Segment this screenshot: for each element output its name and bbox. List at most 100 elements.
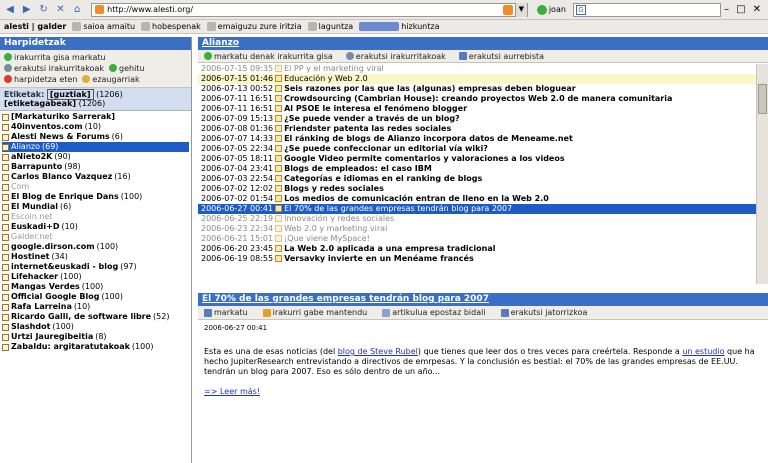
show-read-button[interactable]: erakutsi irakurritakoak (4, 63, 104, 73)
keep-unread-button[interactable]: irakurri gabe mantendu (262, 308, 367, 318)
study-link[interactable]: un estudio (682, 347, 724, 356)
feed-item[interactable]: aNieto2K (90) (2, 152, 189, 162)
tag-untagged[interactable]: [etiketagabeak] (4, 99, 76, 108)
feed-item[interactable]: Rafa Larreina (10) (2, 302, 189, 312)
rss-feed-icon[interactable] (502, 4, 513, 15)
forward-icon[interactable]: ▶ (20, 3, 34, 17)
feed-item[interactable]: Alesti News & Forums (6) (2, 132, 189, 142)
bookmark-logout[interactable]: saioa amaitu (72, 22, 135, 31)
article-row-date: 2006-07-04 23:41 (201, 164, 274, 173)
bookmark-feedback[interactable]: emaiguzu zure iritzia (206, 22, 302, 31)
back-icon[interactable]: ◀ (3, 3, 17, 17)
scrollbar-thumb[interactable] (758, 84, 767, 114)
add-button[interactable]: gehitu (109, 63, 145, 73)
bookmark-preferences[interactable]: hobespenak (141, 22, 201, 31)
feed-item[interactable]: 40inventos.com (10) (2, 122, 189, 132)
bookmark-help[interactable]: laguntza (307, 22, 353, 31)
feed-count: (52) (153, 312, 170, 321)
feed-item[interactable]: Ricardo Galli, de software libre (52) (2, 312, 189, 322)
email-article-button[interactable]: artikulua epostaz bidali (382, 308, 486, 318)
feed-item[interactable]: internet&euskadi - blog (97) (2, 262, 189, 272)
feed-icon (2, 313, 9, 321)
go-button[interactable]: joan (536, 4, 566, 15)
feed-item[interactable]: Escoin.net (2, 212, 189, 222)
mark-all-read-button[interactable]: markatu denak irakurrita gisa (204, 51, 333, 61)
feed-item[interactable]: Barrapunto (98) (2, 162, 189, 172)
feed-item[interactable]: El Mundial (6) (2, 202, 189, 212)
article-row[interactable]: 2006-07-11 16:51 Al PSOE le interesa el f… (198, 104, 756, 114)
show-original-button[interactable]: erakutsi jatorrizkoa (500, 308, 587, 318)
article-list-scrollbar[interactable] (756, 64, 768, 284)
article-row[interactable]: 2006-06-21 15:01 ¡Que viene MySpace! (198, 234, 756, 244)
feed-title[interactable]: Alianzo (198, 37, 768, 50)
show-read-articles-button[interactable]: erakutsi irakurritakoak (345, 51, 446, 61)
feed-item[interactable]: Euskadi+D (10) (2, 222, 189, 232)
feed-item[interactable]: Official Google Blog (100) (2, 292, 189, 302)
feed-list: [Markaturiko Sarrerak] 40inventos.com (10)… (0, 111, 191, 353)
article-row-title: ¿Se puede confeccionar un editorial vía … (284, 144, 488, 153)
feed-name: Mangas Verdes (11, 282, 80, 291)
unsubscribe-button[interactable]: harpidetza eten (4, 74, 77, 84)
feed-item[interactable]: El Blog de Enrique Dans (100) (2, 192, 189, 202)
article-row[interactable]: 2006-07-02 01:54 Los medios de comunicaci… (198, 194, 756, 204)
bookmark-language[interactable]: hizkuntza (359, 22, 439, 31)
feed-item[interactable]: Hostinet (34) (2, 252, 189, 262)
feed-item[interactable]: Slashdot (100) (2, 322, 189, 332)
feed-item[interactable]: Carlos Blanco Vazquez (16) (2, 172, 189, 182)
article-row[interactable]: 2006-07-09 15:13 ¿Se puede vender a travé… (198, 114, 756, 124)
feed-item[interactable]: Galder.net (2, 232, 189, 242)
feed-name: Alesti News & Forums (11, 132, 110, 141)
mark-article-button[interactable]: markatu (204, 308, 248, 318)
feed-item[interactable]: Lifehacker (100) (2, 272, 189, 282)
stop-icon[interactable]: ✕ (53, 3, 67, 17)
minimize-icon[interactable]: – (724, 4, 729, 15)
article-row[interactable]: 2006-07-15 09:35 El PP y el marketing vir… (198, 64, 756, 74)
read-more-link[interactable]: => Leer más! (204, 387, 260, 396)
article-header: El 70% de las grandes empresas tendrán b… (198, 293, 768, 320)
article-row[interactable]: 2006-07-13 00:52 Seis razones por las que… (198, 84, 756, 94)
article-link-icon (275, 195, 283, 202)
article-link-icon (275, 135, 283, 142)
article-row[interactable]: 2006-06-25 22:19 Innovación y redes socia… (198, 214, 756, 224)
maximize-icon[interactable]: □ (736, 4, 745, 15)
article-row[interactable]: 2006-06-19 08:55 Versavky invierte en un … (198, 254, 756, 264)
close-icon[interactable]: ✕ (753, 4, 761, 15)
article-row[interactable]: 2006-07-05 22:34 ¿Se puede confeccionar u… (198, 144, 756, 154)
feed-item[interactable]: Mangas Verdes (100) (2, 282, 189, 292)
mark-read-button[interactable]: irakurrita gisa markatu (4, 52, 106, 62)
feed-item[interactable]: google.dirson.com (100) (2, 242, 189, 252)
home-icon[interactable]: ⌂ (70, 3, 84, 17)
feed-icon (2, 113, 9, 121)
article-row[interactable]: 2006-06-27 00:41 El 70% de las grandes em… (198, 204, 756, 214)
show-preview-button[interactable]: erakutsi aurrebista (458, 51, 544, 61)
feed-item[interactable]: Zabaldu: argitaratutakoak (100) (2, 342, 189, 352)
article-row[interactable]: 2006-07-05 18:11 Google Video permite com… (198, 154, 756, 164)
article-row[interactable]: 2006-07-04 23:41 Blogs de empleados: el c… (198, 164, 756, 174)
article-row[interactable]: 2006-07-15 01:46 Educación y Web 2.0 (198, 74, 756, 84)
article-title[interactable]: El 70% de las grandes empresas tendrán b… (198, 293, 768, 306)
feed-item[interactable]: Com (2, 182, 189, 192)
go-icon (536, 4, 547, 15)
reload-icon[interactable]: ↻ (37, 3, 51, 17)
feed-item[interactable]: Alianzo (69) (2, 142, 189, 152)
feed-icon (2, 323, 9, 331)
properties-button[interactable]: ezaugarriak (82, 74, 140, 84)
article-row[interactable]: 2006-07-07 14:33 El ránking de blogs de A… (198, 134, 756, 144)
url-bar[interactable]: http://www.alesti.org/ ▼ (91, 2, 528, 17)
article-row[interactable]: 2006-07-03 22:54 Categorías e idiomas en … (198, 174, 756, 184)
steve-rubel-link[interactable]: blog de Steve Rubel (338, 347, 418, 356)
search-input[interactable]: G (572, 2, 722, 17)
article-row[interactable]: 2006-07-08 01:36 Friendster patenta las r… (198, 124, 756, 134)
feed-item[interactable]: Urtzi Jauregibeitia (8) (2, 332, 189, 342)
article-row[interactable]: 2006-07-02 12:02 Blogs y redes sociales (198, 184, 756, 194)
article-row-date: 2006-06-23 22:34 (201, 224, 274, 233)
feed-item[interactable]: [Markaturiko Sarrerak] (2, 112, 189, 122)
article-row[interactable]: 2006-06-20 23:45 La Web 2.0 aplicada a un… (198, 244, 756, 254)
article-row[interactable]: 2006-06-23 22:34 Web 2.0 y marketing vira… (198, 224, 756, 234)
article-row-date: 2006-07-07 14:33 (201, 134, 274, 143)
go-label: joan (548, 5, 566, 14)
feed-count: (6) (111, 132, 124, 141)
article-text: Esta es una de esas noticias (del blog d… (204, 347, 755, 376)
article-row[interactable]: 2006-07-11 16:51 Crowdsourcing (Cambrian … (198, 94, 756, 104)
url-dropdown-icon[interactable]: ▼ (514, 2, 527, 17)
